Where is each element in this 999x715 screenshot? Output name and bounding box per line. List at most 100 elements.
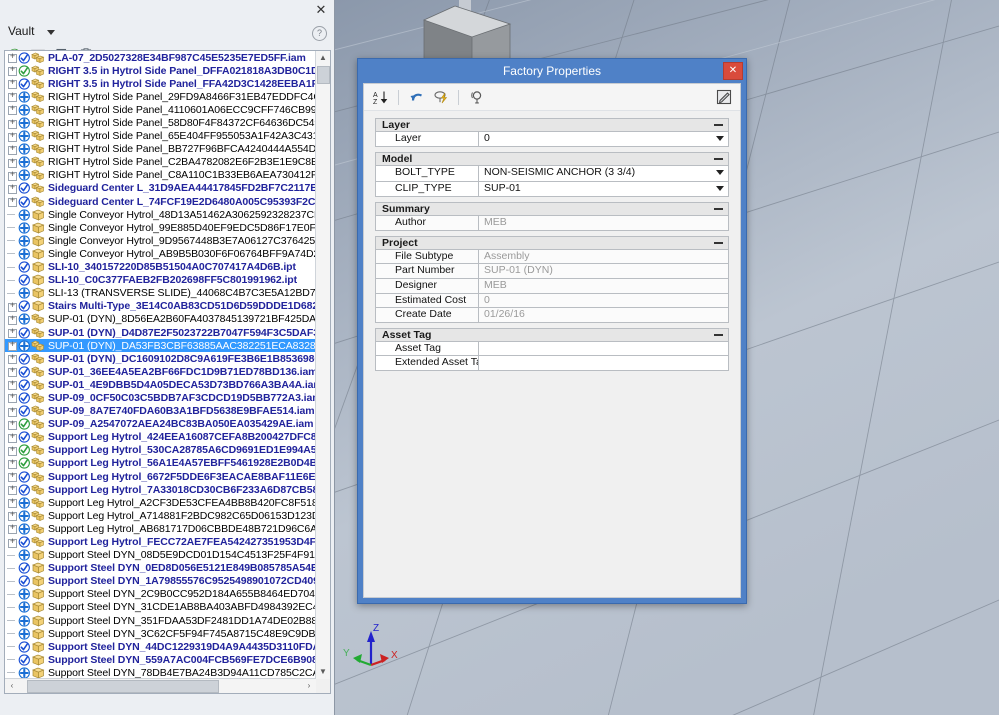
- part-file-icon[interactable]: [31, 209, 46, 221]
- plus-circle-icon[interactable]: [18, 601, 31, 614]
- property-row[interactable]: Part Number SUP-01 (DYN): [375, 264, 729, 279]
- tree-item[interactable]: Single Conveyor Hytrol_99E885D40EF9EDC5D…: [5, 221, 317, 234]
- scroll-right-button[interactable]: ›: [302, 679, 316, 693]
- plus-circle-icon[interactable]: [18, 248, 31, 260]
- plus-circle-icon[interactable]: [18, 130, 31, 142]
- tree-item[interactable]: SUP-09_A2547072AEA24BC83BA050EA035429AE.…: [5, 418, 317, 431]
- tree-item[interactable]: Sideguard Center L_74FCF19E2D6480A005C95…: [5, 195, 317, 208]
- expand-toggle-icon[interactable]: [7, 352, 18, 365]
- part-file-icon[interactable]: [31, 222, 46, 234]
- assembly-file-icon[interactable]: [31, 366, 46, 378]
- close-icon[interactable]: ✕: [723, 62, 743, 80]
- assembly-file-icon[interactable]: [31, 156, 46, 168]
- tree-item[interactable]: RIGHT Hytrol Side Panel_29FD9A8466F31EB4…: [5, 90, 317, 103]
- property-value[interactable]: SUP-01: [479, 182, 728, 196]
- help-icon[interactable]: ?: [312, 26, 327, 41]
- tree-item[interactable]: SLI-10_C0C377FAEB2FB202698FF5C801991962.…: [5, 274, 317, 287]
- tree-item[interactable]: Stairs Multi-Type_3E14C0AB83CD51D6D59DDD…: [5, 300, 317, 313]
- expand-toggle-icon[interactable]: [7, 313, 18, 325]
- assembly-file-icon[interactable]: [31, 379, 46, 391]
- tree-item[interactable]: RIGHT Hytrol Side Panel_C8A110C1B33EB6AE…: [5, 169, 317, 182]
- assembly-file-icon[interactable]: [31, 104, 46, 116]
- assembly-file-icon[interactable]: [31, 196, 46, 208]
- assembly-file-icon[interactable]: [31, 392, 46, 404]
- plus-circle-icon[interactable]: [18, 91, 31, 103]
- collapse-section-icon[interactable]: [714, 241, 723, 244]
- check-circle-blue-icon[interactable]: [18, 379, 31, 391]
- check-circle-blue-icon[interactable]: [18, 562, 31, 574]
- tree-item[interactable]: Support Leg Hytrol_6672F5DDE6F3EACAE8BAF…: [5, 470, 317, 483]
- expand-toggle-icon[interactable]: [7, 405, 18, 417]
- check-circle-blue-icon[interactable]: [18, 536, 31, 548]
- tree-item[interactable]: RIGHT Hytrol Side Panel_58D80F4F84372CF6…: [5, 116, 317, 129]
- expand-toggle-icon[interactable]: [7, 483, 18, 496]
- property-value[interactable]: NON-SEISMIC ANCHOR (3 3/4): [479, 166, 728, 180]
- assembly-file-icon[interactable]: [31, 143, 46, 155]
- tree-item[interactable]: Support Steel DYN_559A7AC004FCB569FE7DCE…: [5, 653, 317, 666]
- check-circle-blue-icon[interactable]: [18, 654, 31, 666]
- check-circle-blue-icon[interactable]: [18, 182, 31, 195]
- horizontal-scroll-thumb[interactable]: [27, 680, 219, 693]
- check-circle-blue-icon[interactable]: [18, 353, 31, 365]
- check-circle-blue-icon[interactable]: [18, 483, 31, 496]
- check-circle-green-icon[interactable]: [18, 64, 31, 77]
- collapse-section-icon[interactable]: [714, 158, 723, 161]
- expand-toggle-icon[interactable]: [7, 522, 18, 535]
- check-circle-green-icon[interactable]: [18, 418, 31, 430]
- sort-az-icon[interactable]: AZ: [371, 88, 390, 107]
- edit-properties-icon[interactable]: [714, 87, 733, 106]
- expand-toggle-icon[interactable]: [7, 103, 18, 116]
- scroll-down-button[interactable]: ▼: [316, 665, 330, 679]
- tree-item[interactable]: RIGHT Hytrol Side Panel_4110601A06ECC9CF…: [5, 103, 317, 116]
- part-file-icon[interactable]: [31, 300, 46, 312]
- property-row[interactable]: Create Date 01/26/16: [375, 308, 729, 323]
- tree-item[interactable]: SUP-01 (DYN)_D4D87E2F5023722B7047F594F3C…: [5, 326, 317, 339]
- property-row[interactable]: Estimated Cost 0: [375, 293, 729, 309]
- tree-item[interactable]: PLA-07_2D5027328E34BF987C45E5235E7ED5FF.…: [5, 51, 317, 64]
- expand-toggle-icon[interactable]: [7, 130, 18, 142]
- undo-icon[interactable]: [407, 88, 426, 107]
- expand-toggle-icon[interactable]: [7, 182, 18, 194]
- expand-toggle-icon[interactable]: [7, 418, 18, 430]
- expand-toggle-icon[interactable]: [7, 300, 18, 312]
- plus-circle-icon[interactable]: [18, 287, 31, 299]
- plus-circle-icon[interactable]: [18, 117, 31, 129]
- expand-toggle-icon[interactable]: [7, 339, 18, 352]
- property-section-header[interactable]: Project: [375, 235, 729, 250]
- assembly-file-icon[interactable]: [31, 313, 46, 325]
- tree-item[interactable]: SUP-09_0CF50C03C5BDB7AF3CDCD19D5BB772A3.…: [5, 391, 317, 404]
- expand-toggle-icon[interactable]: [7, 457, 18, 469]
- property-row[interactable]: Author MEB: [375, 216, 729, 231]
- scroll-up-button[interactable]: ▲: [316, 51, 330, 65]
- tree-item[interactable]: Single Conveyor Hytrol_48D13A51462A30625…: [5, 208, 317, 221]
- expand-toggle-icon[interactable]: [7, 365, 18, 378]
- check-circle-blue-icon[interactable]: [18, 78, 31, 90]
- check-circle-blue-icon[interactable]: [18, 261, 31, 273]
- expand-toggle-icon[interactable]: [7, 391, 18, 404]
- assembly-file-icon[interactable]: [31, 182, 46, 194]
- plus-circle-icon[interactable]: [18, 222, 31, 234]
- expand-toggle-icon[interactable]: [7, 169, 18, 181]
- part-file-icon[interactable]: [31, 235, 46, 247]
- property-section-header[interactable]: Layer: [375, 118, 729, 132]
- check-circle-green-icon[interactable]: [18, 444, 31, 457]
- vault-file-tree[interactable]: PLA-07_2D5027328E34BF987C45E5235E7ED5FF.…: [4, 50, 331, 694]
- assembly-file-icon[interactable]: [31, 52, 46, 64]
- expand-toggle-icon[interactable]: [7, 117, 18, 129]
- check-circle-blue-icon[interactable]: [18, 431, 31, 443]
- assembly-file-icon[interactable]: [31, 523, 46, 535]
- part-file-icon[interactable]: [31, 575, 46, 587]
- dialog-titlebar[interactable]: Factory Properties ✕: [358, 59, 746, 83]
- collapse-section-icon[interactable]: [714, 333, 723, 336]
- expand-toggle-icon[interactable]: [7, 431, 18, 443]
- plus-circle-icon[interactable]: [18, 235, 31, 247]
- chevron-down-icon[interactable]: [47, 30, 55, 35]
- assembly-file-icon[interactable]: [31, 130, 46, 142]
- assembly-file-icon[interactable]: [31, 117, 46, 129]
- check-circle-blue-icon[interactable]: [18, 405, 31, 417]
- tree-item[interactable]: RIGHT Hytrol Side Panel_BB727F96BFCA4240…: [5, 143, 317, 156]
- tree-item[interactable]: SLI-10_340157220D85B51504A0C707417A4D6B.…: [5, 261, 317, 274]
- part-file-icon[interactable]: [31, 287, 46, 299]
- part-file-icon[interactable]: [31, 274, 46, 286]
- plus-circle-icon[interactable]: [18, 143, 31, 155]
